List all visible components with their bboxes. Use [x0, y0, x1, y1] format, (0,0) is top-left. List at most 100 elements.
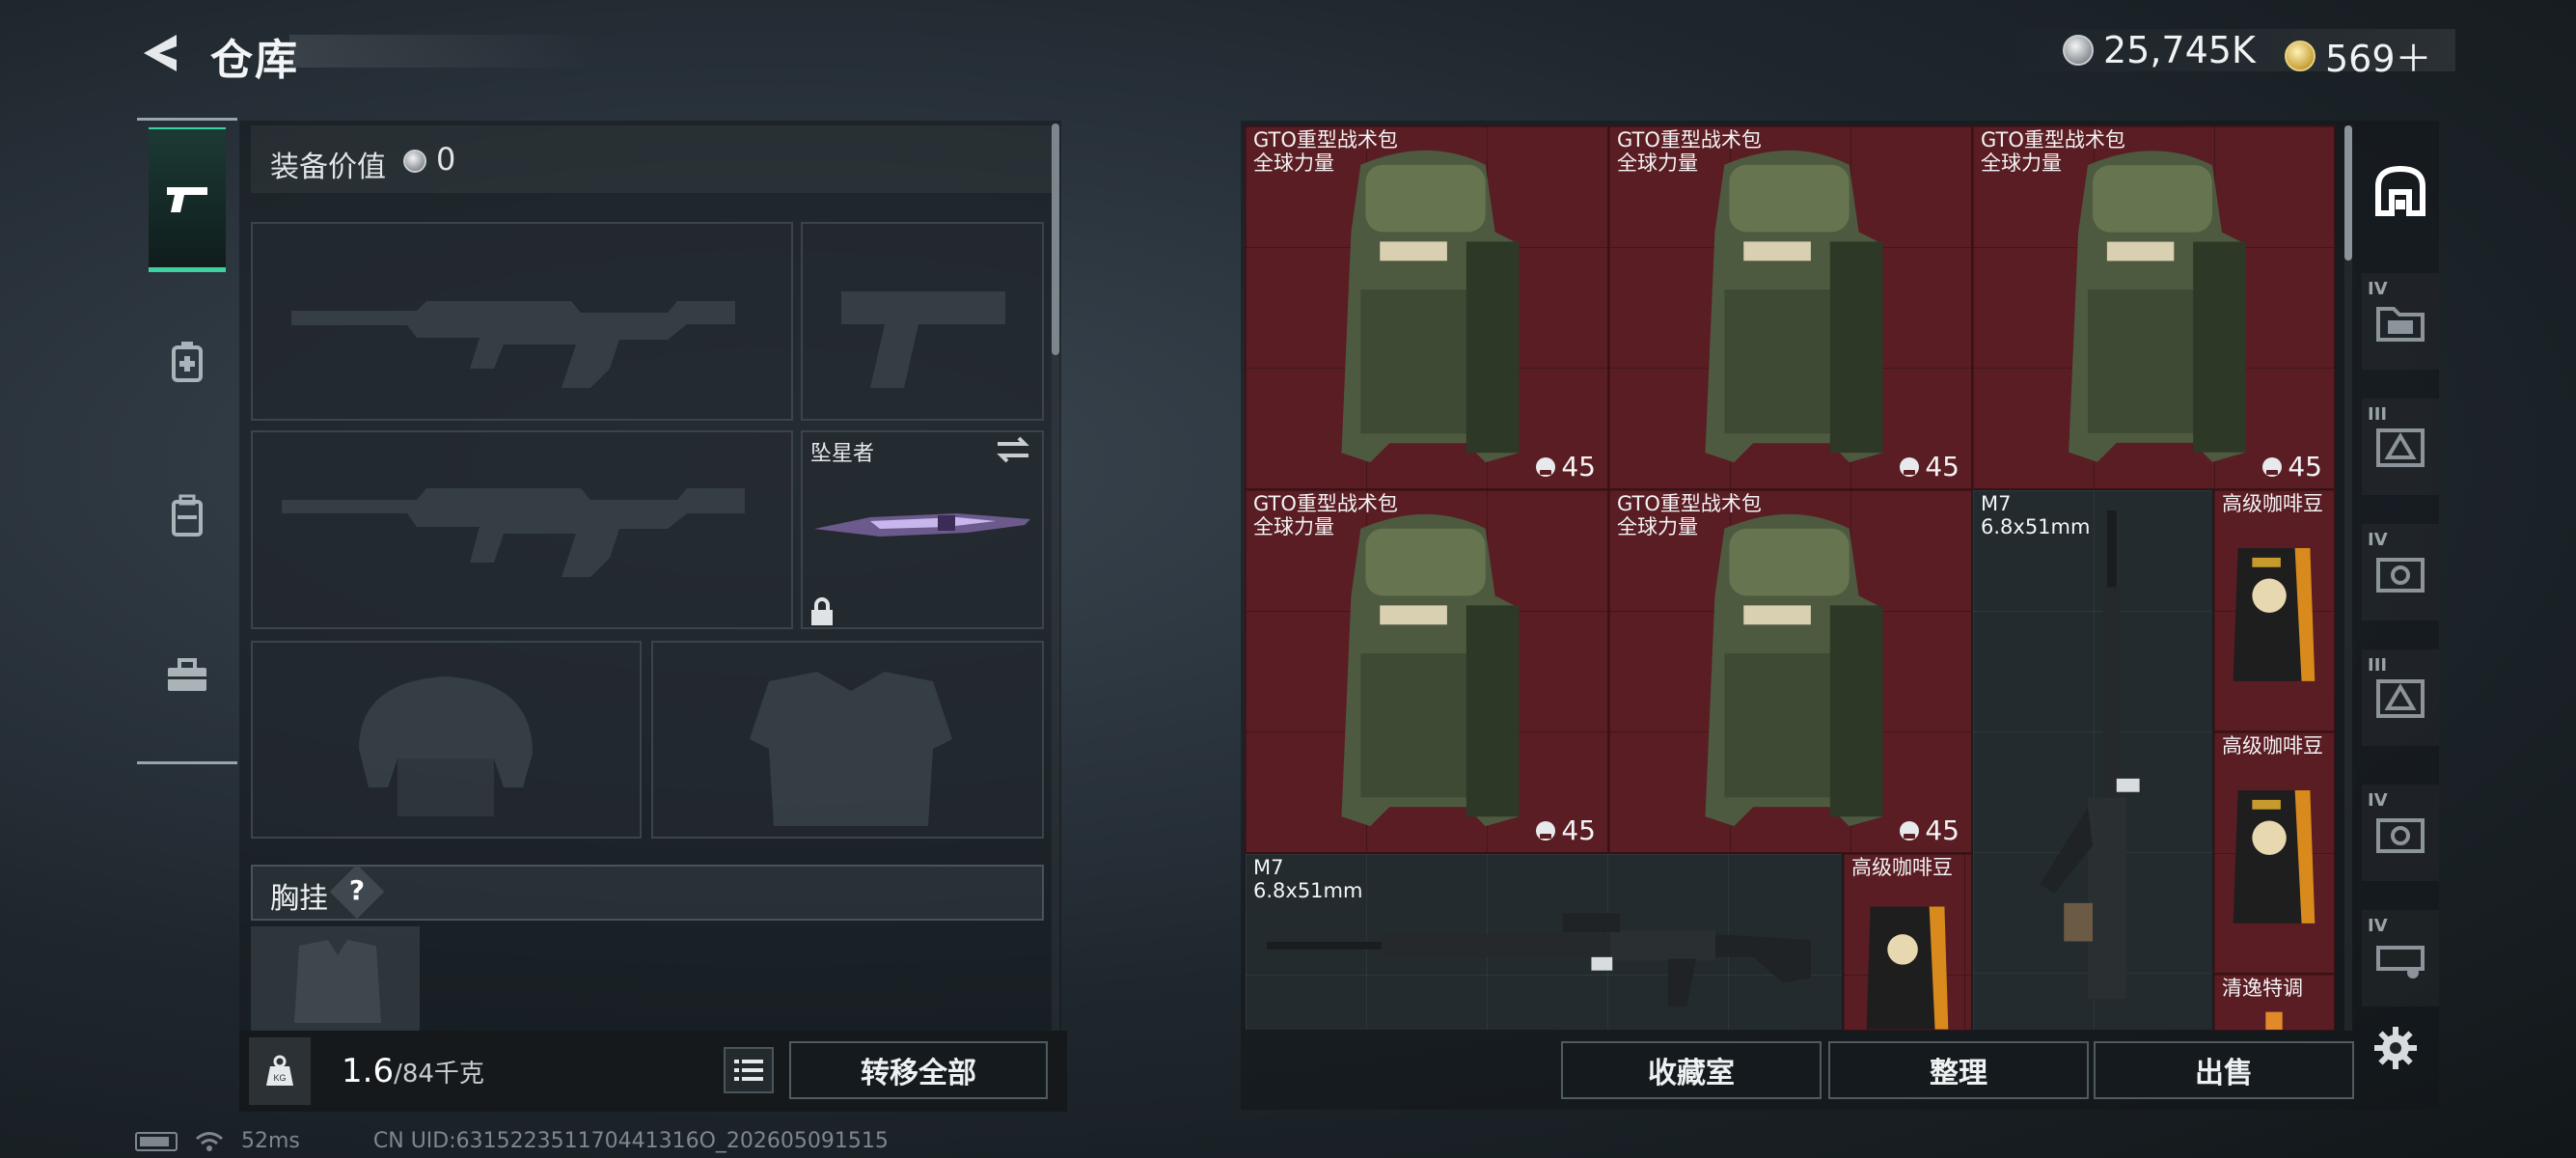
- title-underlay: [289, 35, 598, 68]
- stash-vehicle-icon: [2376, 946, 2425, 979]
- category-backpack[interactable]: [149, 444, 226, 589]
- capacity-icon: [1536, 820, 1556, 841]
- tactical-backpack-icon: [1341, 150, 1520, 463]
- tab-tier-label: IV: [2368, 916, 2388, 936]
- back-button[interactable]: [133, 29, 187, 77]
- toolbox-icon: [168, 658, 206, 691]
- stash-triangle-icon: [2376, 679, 2425, 718]
- primary-weapon-slot[interactable]: [251, 222, 793, 421]
- settings-button[interactable]: [2369, 1021, 2423, 1075]
- armor-slot[interactable]: [651, 641, 1044, 839]
- item-name: 高级咖啡豆: [2222, 492, 2323, 515]
- weight-current: 1.6: [342, 1052, 395, 1090]
- stash-item-backpack[interactable]: GTO重型战术包 全球力量 45: [1972, 125, 2335, 489]
- stash-item-backpack[interactable]: GTO重型战术包 全球力量 45: [1608, 489, 1972, 853]
- lock-icon: [811, 597, 833, 625]
- list-icon: [734, 1060, 763, 1081]
- help-icon-glyph: ?: [348, 874, 366, 906]
- category-medical[interactable]: [149, 290, 226, 434]
- swap-icon[interactable]: [996, 434, 1030, 465]
- item-name: GTO重型战术包 全球力量: [1253, 492, 1398, 538]
- weight-icon: KG: [266, 1055, 293, 1086]
- item-name: GTO重型战术包 全球力量: [1617, 128, 1762, 175]
- stash-item-backpack[interactable]: GTO重型战术包 全球力量 45: [1245, 489, 1608, 853]
- stash-tab-6[interactable]: IV: [2362, 785, 2439, 881]
- stash-item-backpack[interactable]: GTO重型战术包 全球力量 45: [1245, 125, 1608, 489]
- secondary-weapon-slot[interactable]: [251, 430, 793, 629]
- equipment-value-label: 装备价值: [270, 151, 386, 184]
- item-name: 高级咖啡豆: [1851, 856, 1953, 879]
- stash-scrollbar[interactable]: [2344, 125, 2352, 1031]
- sidearm-slot[interactable]: [801, 222, 1044, 421]
- coffee-bag-icon: [2233, 548, 2316, 681]
- gear-icon: [2374, 1027, 2417, 1069]
- item-count: 45: [1536, 451, 1596, 482]
- stash-tab-5[interactable]: III: [2362, 649, 2439, 746]
- stash-tab-main[interactable]: [2362, 143, 2439, 239]
- transfer-all-button[interactable]: 转移全部: [789, 1041, 1048, 1099]
- helmet-slot[interactable]: [251, 641, 642, 839]
- sell-button[interactable]: 出售: [2094, 1041, 2354, 1099]
- page-title: 仓库: [210, 36, 299, 85]
- coffee-bag-icon: [1866, 906, 1949, 1030]
- silver-coin-icon: [403, 150, 426, 173]
- stash-scroll-thumb[interactable]: [2344, 125, 2352, 261]
- item-name: M7 6.8x51mm: [1981, 492, 2091, 538]
- silver-currency-value: 25,745K: [2103, 29, 2256, 71]
- category-toolbox[interactable]: [149, 603, 226, 748]
- stash-tab-2[interactable]: IV: [2362, 273, 2439, 370]
- stash-item-coffee[interactable]: 高级咖啡豆: [2213, 731, 2335, 974]
- stash-item-rifle-horizontal[interactable]: M7 6.8x51mm: [1245, 853, 1843, 1031]
- silver-currency[interactable]: 25,745K: [2063, 29, 2256, 71]
- stash-folder-icon: [2376, 307, 2425, 342]
- sort-button[interactable]: 整理: [1828, 1041, 2089, 1099]
- chest-rig-label: 胸挂: [270, 882, 328, 916]
- stash-item-backpack[interactable]: GTO重型战术包 全球力量 45: [1608, 125, 1972, 489]
- list-view-button[interactable]: [724, 1047, 774, 1093]
- vest-silhouette-icon: [294, 940, 381, 1023]
- capacity-icon: [1900, 820, 1920, 841]
- tactical-backpack-icon: [1341, 513, 1520, 827]
- stash-tab-3[interactable]: III: [2362, 399, 2439, 495]
- collection-room-button[interactable]: 收藏室: [1561, 1041, 1822, 1099]
- coffee-bag-icon: [2233, 790, 2316, 924]
- medkit-icon: [172, 342, 203, 382]
- rifle-silhouette-icon: [291, 301, 735, 388]
- stash-grid: GTO重型战术包 全球力量 45 GTO重型战术包 全球力量 45 GTO重型战术包…: [1245, 125, 2335, 1031]
- svg-text:KG: KG: [273, 1073, 286, 1083]
- equipment-scroll-thumb[interactable]: [1052, 124, 1059, 355]
- pistol-icon: [167, 186, 207, 212]
- equipment-value: 0: [436, 141, 456, 178]
- category-weapons[interactable]: [149, 127, 226, 272]
- item-count: 45: [1536, 814, 1596, 846]
- category-divider-bottom: [137, 761, 237, 764]
- capacity-icon: [1900, 456, 1920, 477]
- capacity-icon: [2262, 456, 2283, 477]
- category-divider-top: [137, 118, 237, 121]
- gold-currency[interactable]: 569＋: [2285, 29, 2432, 82]
- item-name: 清逸特调: [2222, 977, 2303, 1000]
- item-name: GTO重型战术包 全球力量: [1981, 128, 2125, 175]
- wifi-icon: [196, 1131, 223, 1151]
- stash-tab-4[interactable]: IV: [2362, 524, 2439, 620]
- stash-item-coffee[interactable]: 高级咖啡豆: [2213, 489, 2335, 731]
- tactical-backpack-icon: [1705, 150, 1883, 463]
- stash-item-rifle-vertical[interactable]: M7 6.8x51mm: [1972, 489, 2213, 1031]
- rifle-silhouette-icon: [282, 488, 745, 577]
- helmet-silhouette-icon: [359, 676, 533, 816]
- gold-currency-value: 569＋: [2325, 38, 2432, 80]
- backpack-icon: [172, 494, 203, 537]
- tab-tier-label: III: [2368, 404, 2388, 425]
- uid-text: CN UID:631522351170441316O_202605091515: [372, 1129, 889, 1153]
- tactical-backpack-icon: [1705, 513, 1883, 827]
- item-count: 45: [2262, 451, 2322, 482]
- battery-icon: [135, 1131, 178, 1151]
- item-count: 45: [1900, 814, 1959, 846]
- rifle-icon: [2040, 510, 2140, 1000]
- stash-camera-icon: [2376, 818, 2425, 853]
- stash-item-coffee[interactable]: 高级咖啡豆: [1843, 853, 1972, 1031]
- gold-coin-icon: [2285, 40, 2316, 71]
- stash-item-drink[interactable]: 清逸特调: [2213, 974, 2335, 1031]
- chest-rig-slot[interactable]: [251, 926, 420, 1033]
- stash-tab-7[interactable]: IV: [2362, 910, 2439, 1006]
